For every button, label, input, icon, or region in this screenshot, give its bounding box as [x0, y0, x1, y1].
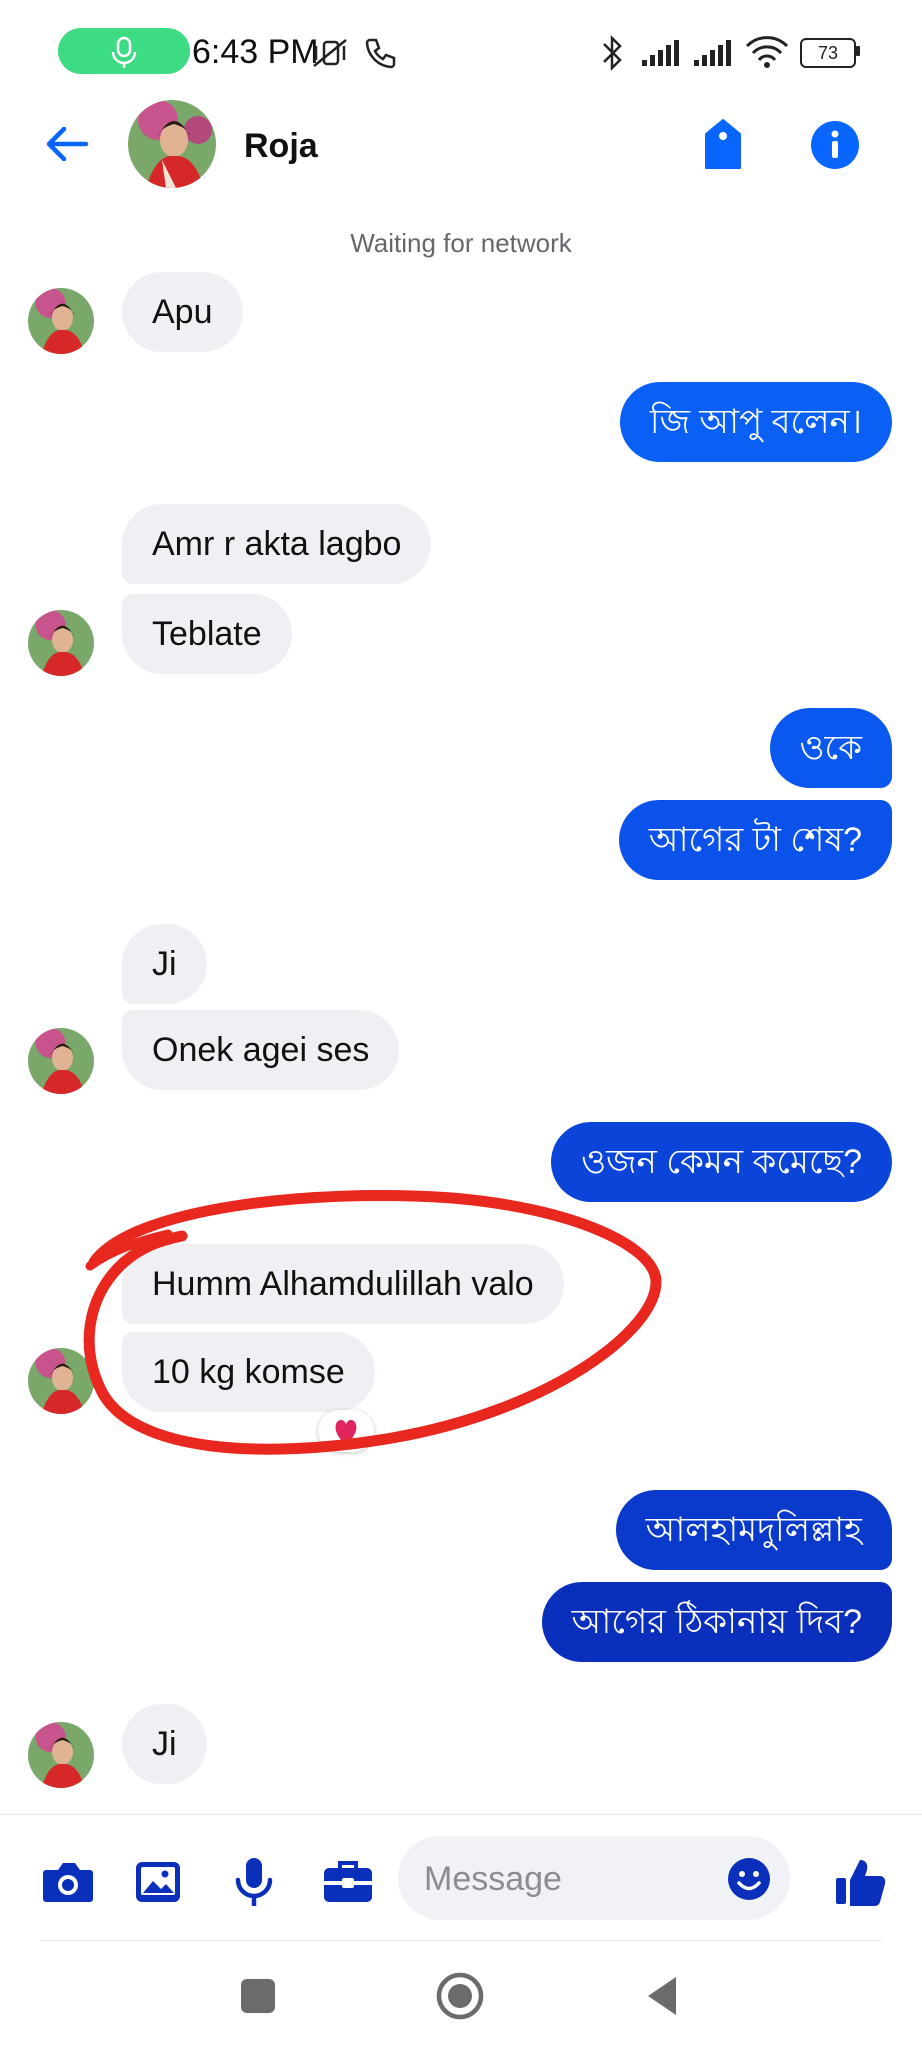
sender-avatar[interactable]	[28, 1722, 94, 1788]
message-bubble-incoming[interactable]: Onek agei ses	[122, 1010, 400, 1090]
message-bubble-outgoing[interactable]: ওকে	[769, 708, 892, 788]
back-arrow-icon	[46, 126, 89, 162]
sender-avatar[interactable]	[28, 610, 94, 676]
sender-avatar[interactable]	[28, 288, 94, 354]
nav-divider	[40, 1940, 882, 1941]
camera-icon	[43, 1863, 93, 1902]
message-bubble-incoming[interactable]: Teblate	[122, 594, 292, 674]
message-bubble-incoming[interactable]: Ji	[122, 924, 207, 1004]
gallery-button[interactable]	[128, 1852, 188, 1912]
image-icon	[136, 1862, 180, 1902]
message-input[interactable]	[422, 1856, 726, 1902]
like-button[interactable]	[830, 1852, 890, 1912]
nav-back-button[interactable]	[632, 1966, 692, 2026]
network-status: Waiting for network	[350, 228, 572, 258]
back-button[interactable]	[36, 112, 100, 176]
contact-avatar[interactable]	[128, 100, 216, 188]
message-bubble-outgoing[interactable]: আলহামদুলিল্লাহ	[615, 1490, 892, 1570]
profile-photo	[128, 100, 216, 188]
emoji-button[interactable]	[726, 1856, 772, 1902]
mute-vibrate-icon	[310, 36, 350, 75]
home-button[interactable]	[430, 1966, 490, 2026]
annotation-circle	[83, 1190, 662, 1455]
bluetooth-icon	[598, 34, 626, 77]
message-bubble-outgoing[interactable]: আগের ঠিকানায় দিব?	[541, 1582, 892, 1662]
composer-divider	[0, 1814, 922, 1815]
profile-photo	[28, 288, 94, 354]
profile-photo	[28, 610, 94, 676]
back-triangle-icon	[648, 1977, 676, 2015]
toolbox-icon	[324, 1861, 372, 1902]
message-bubble-incoming[interactable]: Apu	[122, 272, 243, 352]
thumbs-up-icon	[836, 1860, 886, 1906]
message-bubble-incoming[interactable]: Amr r akta lagbo	[122, 504, 432, 584]
profile-photo	[28, 1028, 94, 1094]
wifi-icon	[744, 34, 790, 75]
call-icon	[362, 36, 396, 75]
voice-button[interactable]	[224, 1852, 284, 1912]
home-circle-icon	[436, 1972, 484, 2020]
info-icon	[811, 121, 859, 169]
mic-status-icon	[111, 36, 137, 68]
message-bubble-outgoing[interactable]: জি আপু বলেন।	[619, 382, 892, 462]
mic-icon	[235, 1858, 273, 1906]
recents-button[interactable]	[228, 1966, 288, 2026]
emoji-icon	[728, 1858, 770, 1900]
mic-in-use-indicator	[58, 28, 190, 74]
signal-1-icon	[640, 38, 686, 73]
contact-name[interactable]: Roja	[244, 124, 318, 168]
tag-icon	[705, 119, 741, 169]
signal-2-icon	[692, 38, 738, 73]
tag-button[interactable]	[688, 110, 758, 180]
profile-photo	[28, 1722, 94, 1788]
status-time: 6:43 PM	[192, 33, 319, 71]
camera-button[interactable]	[38, 1852, 98, 1912]
battery-tip	[856, 46, 860, 56]
battery-indicator: 73	[800, 38, 856, 68]
sender-avatar[interactable]	[28, 1028, 94, 1094]
square-icon	[241, 1979, 275, 2013]
message-bubble-incoming[interactable]: Ji	[122, 1704, 207, 1784]
toolbox-button[interactable]	[318, 1852, 378, 1912]
message-bubble-outgoing[interactable]: আগের টা শেষ?	[618, 800, 892, 880]
info-button[interactable]	[800, 110, 870, 180]
